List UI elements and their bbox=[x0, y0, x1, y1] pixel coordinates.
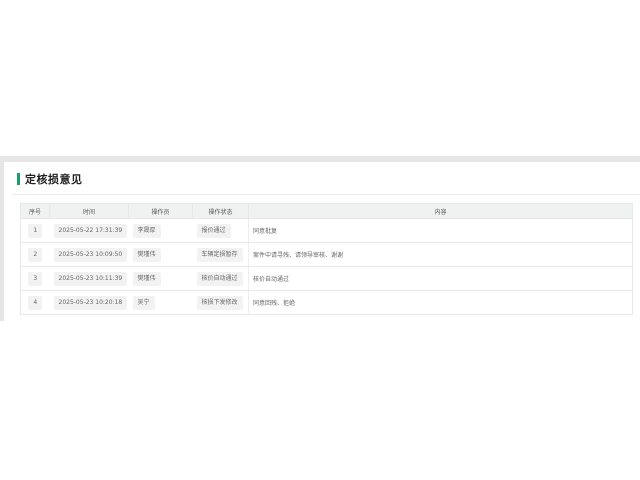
row-operator-cell: 樊瑾伟 bbox=[132, 247, 161, 262]
column-header-status: 操作状态 bbox=[192, 203, 249, 219]
row-content-cell: 核价自动通过 bbox=[248, 266, 633, 291]
row-operator-cell: 李晟厚 bbox=[132, 223, 161, 238]
row-operator-cell: 樊瑾伟 bbox=[132, 271, 161, 286]
row-time-cell: 2025-05-22 17:31:39 bbox=[53, 223, 128, 238]
row-content-cell: 同意回残、拒绝 bbox=[248, 290, 633, 315]
row-time-cell: 2025-05-23 10:20:18 bbox=[53, 295, 128, 310]
table-header-row: 序号 时间 操作员 操作状态 内容 bbox=[20, 203, 633, 219]
row-operator-cell: 吴宁 bbox=[132, 295, 155, 310]
row-index-cell: 4 bbox=[28, 295, 43, 310]
column-header-content: 内容 bbox=[248, 203, 633, 219]
header-divider bbox=[12, 194, 640, 195]
row-index-cell: 3 bbox=[28, 271, 43, 286]
content-area-background: 定核损意见 序号 时间 操作员 操作状态 内容 1 2025-05-22 17:… bbox=[0, 156, 640, 321]
table-row: 2 2025-05-23 10:09:50 樊瑾伟 车辆定损暂存 案件中请寻残、… bbox=[20, 242, 633, 267]
table-row: 1 2025-05-22 17:31:39 李晟厚 报价通过 同意批复 bbox=[20, 218, 633, 243]
row-status-cell: 车辆定损暂存 bbox=[196, 247, 243, 262]
column-header-time: 时间 bbox=[49, 203, 129, 219]
row-status-cell: 报价通过 bbox=[196, 223, 231, 238]
column-header-operator: 操作员 bbox=[128, 203, 193, 219]
row-index-cell: 2 bbox=[28, 247, 43, 262]
title-accent-bar bbox=[17, 173, 20, 185]
opinion-table: 序号 时间 操作员 操作状态 内容 1 2025-05-22 17:31:39 … bbox=[20, 203, 633, 315]
row-status-cell: 核价自动通过 bbox=[196, 271, 243, 286]
row-time-cell: 2025-05-23 10:11:39 bbox=[53, 271, 128, 286]
row-index-cell: 1 bbox=[28, 223, 43, 238]
panel-header: 定核损意见 bbox=[17, 172, 83, 186]
loss-assessment-panel: 定核损意见 序号 时间 操作员 操作状态 内容 1 2025-05-22 17:… bbox=[4, 162, 640, 321]
row-time-cell: 2025-05-23 10:09:50 bbox=[53, 247, 128, 262]
panel-title: 定核损意见 bbox=[25, 173, 83, 186]
table-row: 3 2025-05-23 10:11:39 樊瑾伟 核价自动通过 核价自动通过 bbox=[20, 266, 633, 291]
column-header-index: 序号 bbox=[20, 203, 50, 219]
row-status-cell: 核损下发修改 bbox=[196, 295, 243, 310]
table-row: 4 2025-05-23 10:20:18 吴宁 核损下发修改 同意回残、拒绝 bbox=[20, 290, 633, 315]
row-content-cell: 同意批复 bbox=[248, 218, 633, 243]
row-content-cell: 案件中请寻残、请领导审核、谢谢 bbox=[248, 242, 633, 267]
